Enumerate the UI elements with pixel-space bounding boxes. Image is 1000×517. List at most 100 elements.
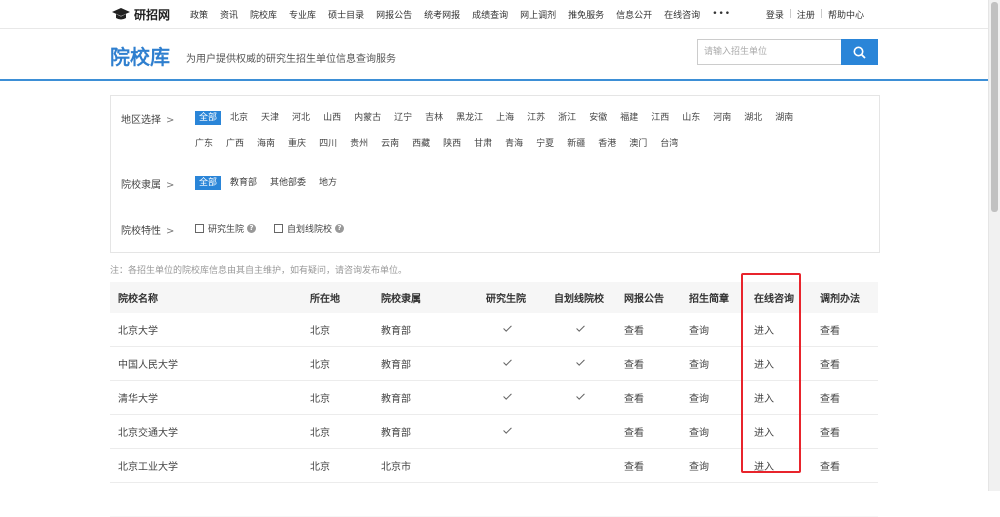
- nav-item[interactable]: 统考网报: [424, 8, 460, 21]
- page-subtitle: 为用户提供权威的研究生招生单位信息查询服务: [186, 54, 396, 65]
- school-location: 北京: [310, 360, 330, 371]
- notice-view-link[interactable]: 查看: [624, 424, 644, 439]
- notice-view-link[interactable]: 查看: [624, 390, 644, 405]
- region-option[interactable]: 福建: [620, 111, 638, 125]
- adjust-view-link[interactable]: 查看: [820, 390, 840, 405]
- region-option[interactable]: 香港: [598, 137, 616, 151]
- school-name[interactable]: 北京大学: [118, 322, 158, 337]
- region-option[interactable]: 吉林: [425, 111, 443, 125]
- region-option[interactable]: 河南: [713, 111, 731, 125]
- help-center-link[interactable]: 帮助中心: [828, 8, 864, 21]
- nav-item[interactable]: 院校库: [250, 8, 277, 21]
- affiliation-option[interactable]: 其他部委: [270, 176, 306, 190]
- affiliation-option-all[interactable]: 全部: [195, 176, 222, 190]
- region-option[interactable]: 云南: [381, 137, 399, 151]
- notice-view-link[interactable]: 查看: [624, 356, 644, 371]
- region-option[interactable]: 广西: [226, 137, 244, 151]
- region-option[interactable]: 贵州: [350, 137, 368, 151]
- region-option[interactable]: 西藏: [412, 137, 430, 151]
- region-option[interactable]: 山东: [682, 111, 700, 125]
- region-option[interactable]: 陕西: [443, 137, 461, 151]
- nav-item[interactable]: 政策: [190, 8, 208, 21]
- region-option[interactable]: 台湾: [660, 137, 678, 151]
- region-option[interactable]: 河北: [292, 111, 310, 125]
- region-option[interactable]: 宁夏: [536, 137, 554, 151]
- login-link[interactable]: 登录: [766, 8, 784, 21]
- region-option[interactable]: 内蒙古: [354, 111, 381, 125]
- affiliation-options: 全部 教育部 其他部委 地方: [195, 176, 855, 190]
- school-location: 北京: [310, 428, 330, 439]
- site-logo[interactable]: 研招网: [112, 6, 170, 22]
- online-consult-highlight: [741, 273, 801, 473]
- region-option[interactable]: 天津: [261, 111, 279, 125]
- grad-school-cell: [502, 324, 513, 335]
- region-option[interactable]: 江苏: [527, 111, 545, 125]
- register-link[interactable]: 注册: [797, 8, 815, 21]
- nav-item[interactable]: 在线咨询: [664, 8, 700, 21]
- region-option-all[interactable]: 全部: [195, 111, 222, 125]
- adjust-view-link[interactable]: 查看: [820, 322, 840, 337]
- scrollbar[interactable]: [988, 0, 1000, 491]
- region-option[interactable]: 甘肃: [474, 137, 492, 151]
- table-row-partial: [110, 483, 878, 517]
- check-icon: [576, 359, 585, 366]
- checkbox-icon[interactable]: [274, 224, 284, 233]
- region-option[interactable]: 黑龙江: [456, 111, 483, 125]
- school-name[interactable]: 北京工业大学: [118, 458, 178, 473]
- region-option[interactable]: 湖南: [775, 111, 793, 125]
- region-option[interactable]: 浙江: [558, 111, 576, 125]
- school-affiliation: 教育部: [381, 428, 411, 439]
- region-option[interactable]: 江西: [651, 111, 669, 125]
- nav-item[interactable]: 网报公告: [376, 8, 412, 21]
- school-affiliation: 教育部: [381, 326, 411, 337]
- region-option[interactable]: 北京: [230, 111, 248, 125]
- nav-item[interactable]: 成绩查询: [472, 8, 508, 21]
- self-line-cell: [575, 358, 586, 369]
- feature-label: 研究生院: [208, 225, 245, 235]
- nav-item[interactable]: 资讯: [220, 8, 238, 21]
- brochure-query-link[interactable]: 查询: [689, 424, 709, 439]
- column-header: 所在地: [310, 294, 340, 305]
- region-option[interactable]: 四川: [319, 137, 337, 151]
- affiliation-option[interactable]: 教育部: [230, 176, 257, 190]
- search-button[interactable]: [841, 39, 878, 65]
- adjust-view-link[interactable]: 查看: [820, 458, 840, 473]
- region-option[interactable]: 湖北: [744, 111, 762, 125]
- feature-checkbox[interactable]: 研究生院?: [195, 222, 257, 235]
- nav-more-icon[interactable]: •••: [712, 9, 731, 19]
- school-name[interactable]: 中国人民大学: [118, 356, 178, 371]
- region-option[interactable]: 海南: [257, 137, 275, 151]
- region-option[interactable]: 广东: [195, 137, 213, 151]
- region-option[interactable]: 澳门: [629, 137, 647, 151]
- region-option[interactable]: 上海: [496, 111, 514, 125]
- brochure-query-link[interactable]: 查询: [689, 390, 709, 405]
- scrollbar-thumb[interactable]: [991, 2, 998, 212]
- checkbox-icon[interactable]: [195, 224, 204, 233]
- nav-item[interactable]: 网上调剂: [520, 8, 556, 21]
- school-name[interactable]: 清华大学: [118, 390, 158, 405]
- nav-item[interactable]: 专业库: [289, 8, 316, 21]
- check-icon: [576, 393, 585, 400]
- region-option[interactable]: 新疆: [567, 137, 585, 151]
- brochure-query-link[interactable]: 查询: [689, 322, 709, 337]
- nav-item[interactable]: 硕士目录: [328, 8, 364, 21]
- nav-item[interactable]: 信息公开: [616, 8, 652, 21]
- adjust-view-link[interactable]: 查看: [820, 356, 840, 371]
- notice-view-link[interactable]: 查看: [624, 322, 644, 337]
- region-option[interactable]: 山西: [323, 111, 341, 125]
- grad-school-cell: [502, 358, 513, 369]
- brochure-query-link[interactable]: 查询: [689, 356, 709, 371]
- search-input[interactable]: [697, 39, 846, 65]
- affiliation-option[interactable]: 地方: [319, 176, 337, 190]
- region-option[interactable]: 重庆: [288, 137, 306, 151]
- column-header: 院校名称: [118, 294, 158, 305]
- region-option[interactable]: 安徽: [589, 111, 607, 125]
- school-name[interactable]: 北京交通大学: [118, 424, 178, 439]
- notice-view-link[interactable]: 查看: [624, 458, 644, 473]
- region-option[interactable]: 青海: [505, 137, 523, 151]
- nav-item[interactable]: 推免服务: [568, 8, 604, 21]
- adjust-view-link[interactable]: 查看: [820, 424, 840, 439]
- brochure-query-link[interactable]: 查询: [689, 458, 709, 473]
- region-option[interactable]: 辽宁: [394, 111, 412, 125]
- feature-checkbox[interactable]: 自划线院校?: [274, 222, 345, 235]
